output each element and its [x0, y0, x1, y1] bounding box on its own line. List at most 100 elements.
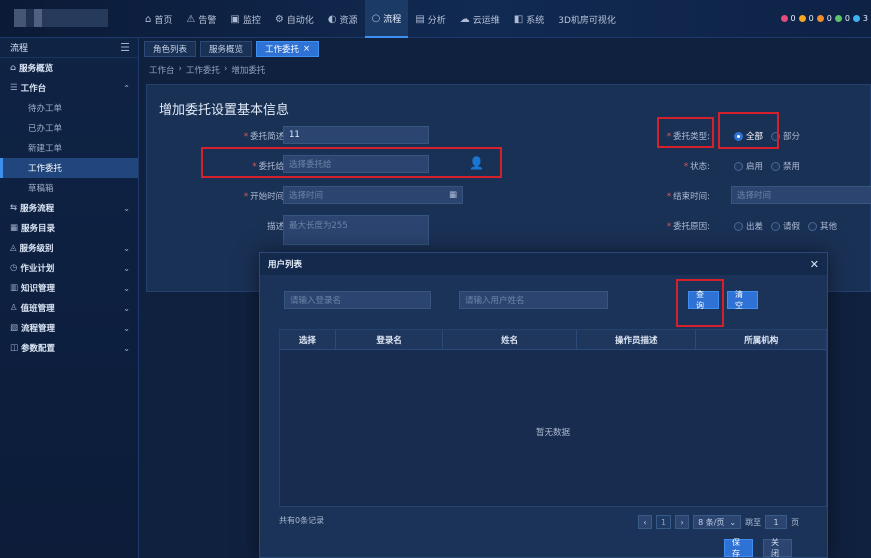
breadcrumb-item[interactable]: 工作委托 [186, 64, 220, 76]
reason-radio-group: 出差 请假 其他 [734, 220, 837, 232]
chevron-up-icon: ⌃ [123, 83, 130, 93]
close-icon[interactable]: ✕ [810, 258, 819, 271]
collapse-menu-icon[interactable]: ☰ [120, 41, 130, 54]
sidebar-item[interactable]: ▧ 流程管理 ⌄ [0, 318, 138, 338]
nav-item[interactable]: ▤ 分析 [408, 0, 452, 38]
sidebar-item[interactable]: ◬ 服务级别 ⌄ [0, 238, 138, 258]
nav-item[interactable]: ◐ 资源 [321, 0, 365, 38]
radio-option[interactable]: 启用 [734, 160, 763, 172]
sidebar-item[interactable]: ◫ 参数配置 ⌄ [0, 338, 138, 358]
start-time-placeholder: 选择时间 [289, 191, 324, 201]
page-size-select[interactable]: 8 条/页 ⌄ [693, 515, 742, 529]
remark-textarea[interactable]: 最大长度为255 [283, 215, 429, 245]
nav-item[interactable]: ⚙ 自动化 [268, 0, 321, 38]
status-dot[interactable] [780, 15, 788, 22]
desk-icon: ☰ [10, 83, 18, 93]
sidebar-item-label: 作业计划 [20, 264, 55, 274]
nav-item[interactable]: ▣ 监控 [223, 0, 267, 38]
sidebar-subitem[interactable]: 新建工单 [0, 138, 138, 158]
sidebar-item[interactable]: ☰ 工作台 ⌃ [0, 78, 138, 98]
nav-item[interactable]: ⚠ 告警 [179, 0, 223, 38]
column-header: 姓名 [443, 330, 577, 349]
alarm-icon: ⚠ [186, 13, 196, 25]
chevron-down-icon: ⌄ [729, 517, 737, 527]
jump-page-input[interactable]: 1 [765, 515, 788, 529]
user-name-search-input[interactable]: 请输入用户姓名 [459, 291, 608, 309]
process-manage-icon: ▧ [10, 323, 19, 333]
process-icon: ○ [371, 12, 381, 24]
total-records-text: 共有0条记录 [279, 516, 325, 525]
status-dot[interactable] [798, 15, 806, 22]
breadcrumb: 工作台 › 工作委托 › 增加委托 [149, 64, 265, 76]
main-nav: ⌂ 首页 ⚠ 告警 ▣ 监控 ⚙ 自动化 ◐ 资源 ○ 流程 ▤ 分析 ☁ 云运维 ◧ 系统 3D机房可视化 [138, 0, 623, 38]
sidebar-item-content: ⌂ 服务概览 [10, 62, 53, 74]
sidebar-item-label: 工作台 [20, 84, 47, 94]
tab[interactable]: 服务概览 [200, 41, 253, 57]
start-time-input[interactable]: 选择时间 ▦ [283, 186, 463, 204]
page-title: 增加委托设置基本信息 [159, 103, 290, 118]
alert-status-indicators[interactable]: 0 0 0 0 3 [780, 14, 869, 23]
radio-option[interactable]: 出差 [734, 220, 763, 232]
sidebar-item[interactable]: ◷ 作业计划 ⌄ [0, 258, 138, 278]
sidebar-item[interactable]: ⇆ 服务流程 ⌄ [0, 198, 138, 218]
sidebar-item[interactable]: ⌂ 服务概览 [0, 58, 138, 78]
save-button[interactable]: 保存 [724, 538, 753, 558]
close-button[interactable]: 关闭 [763, 538, 792, 558]
radio-option[interactable]: 禁用 [771, 160, 800, 172]
tab[interactable]: 角色列表 [144, 41, 197, 57]
sidebar-item-label: 服务目录 [21, 224, 56, 234]
radio-unchecked-icon [771, 161, 781, 171]
nav-item[interactable]: ○ 流程 [364, 0, 409, 38]
status-count: 3 [862, 14, 868, 23]
sidebar-item-content: ◷ 作业计划 [10, 262, 54, 274]
sidebar-subitem[interactable]: 待办工单 [0, 98, 138, 118]
highlight-box-delegate [201, 147, 502, 178]
sidebar-subitem[interactable]: 工作委托 [0, 158, 138, 178]
current-page[interactable]: 1 [656, 515, 672, 529]
close-tab-icon[interactable]: × [303, 44, 310, 54]
clear-button[interactable]: 清空 [727, 290, 758, 310]
column-header: 登录名 [336, 330, 444, 349]
next-page-button[interactable]: › [675, 515, 690, 529]
chevron-down-icon: ⌄ [123, 203, 130, 213]
catalog-icon: ▦ [10, 223, 19, 233]
status-dot[interactable] [816, 15, 824, 22]
reason-label: * 委托原因: [666, 222, 710, 232]
nav-item[interactable]: ☁ 云运维 [453, 0, 507, 38]
sidebar-subitem[interactable]: 草稿箱 [0, 178, 138, 198]
chevron-down-icon: ⌄ [123, 283, 130, 293]
nav-item[interactable]: 3D机房可视化 [551, 0, 623, 38]
login-name-search-input[interactable]: 请输入登录名 [284, 291, 431, 309]
knowledge-icon: ▥ [10, 283, 19, 293]
sidebar-subitem[interactable]: 已办工单 [0, 118, 138, 138]
chevron-down-icon: ⌄ [123, 303, 130, 313]
chevron-down-icon: ⌄ [123, 323, 130, 333]
status-dot[interactable] [852, 15, 860, 22]
sidebar-item-label: 服务流程 [20, 204, 55, 214]
duty-icon: ♙ [10, 303, 18, 313]
config-icon: ◫ [10, 343, 19, 353]
highlight-box-type-label [657, 117, 714, 148]
sidebar-item[interactable]: ♙ 值班管理 ⌄ [0, 298, 138, 318]
prev-page-button[interactable]: ‹ [638, 515, 652, 529]
radio-option[interactable]: 其他 [808, 220, 837, 232]
calendar-icon[interactable]: ▦ [449, 190, 457, 200]
breadcrumb-item[interactable]: 工作台 [149, 64, 175, 76]
sidebar-item-content: ♙ 值班管理 [10, 302, 55, 314]
breadcrumb-separator: › [223, 64, 228, 74]
nav-item[interactable]: ⌂ 首页 [138, 0, 179, 38]
monitor-icon: ▣ [230, 13, 240, 25]
radio-option[interactable]: 请假 [771, 220, 800, 232]
nav-item[interactable]: ◧ 系统 [507, 0, 551, 38]
sidebar-item-content: ☰ 工作台 [10, 82, 46, 94]
desc-input[interactable]: 11 [283, 126, 429, 144]
radio-label: 禁用 [783, 162, 801, 172]
table-header: 选择 登录名 姓名 操作员描述 所属机构 [280, 330, 826, 350]
sidebar-item-content: ◫ 参数配置 [10, 342, 55, 354]
status-dot[interactable] [834, 15, 842, 22]
end-time-input[interactable]: 选择时间 [731, 186, 871, 204]
sidebar-title: 流程 [10, 44, 29, 54]
sidebar-item[interactable]: ▥ 知识管理 ⌄ [0, 278, 138, 298]
tab[interactable]: 工作委托 × [256, 41, 320, 57]
sidebar-item[interactable]: ▦ 服务目录 [0, 218, 138, 238]
